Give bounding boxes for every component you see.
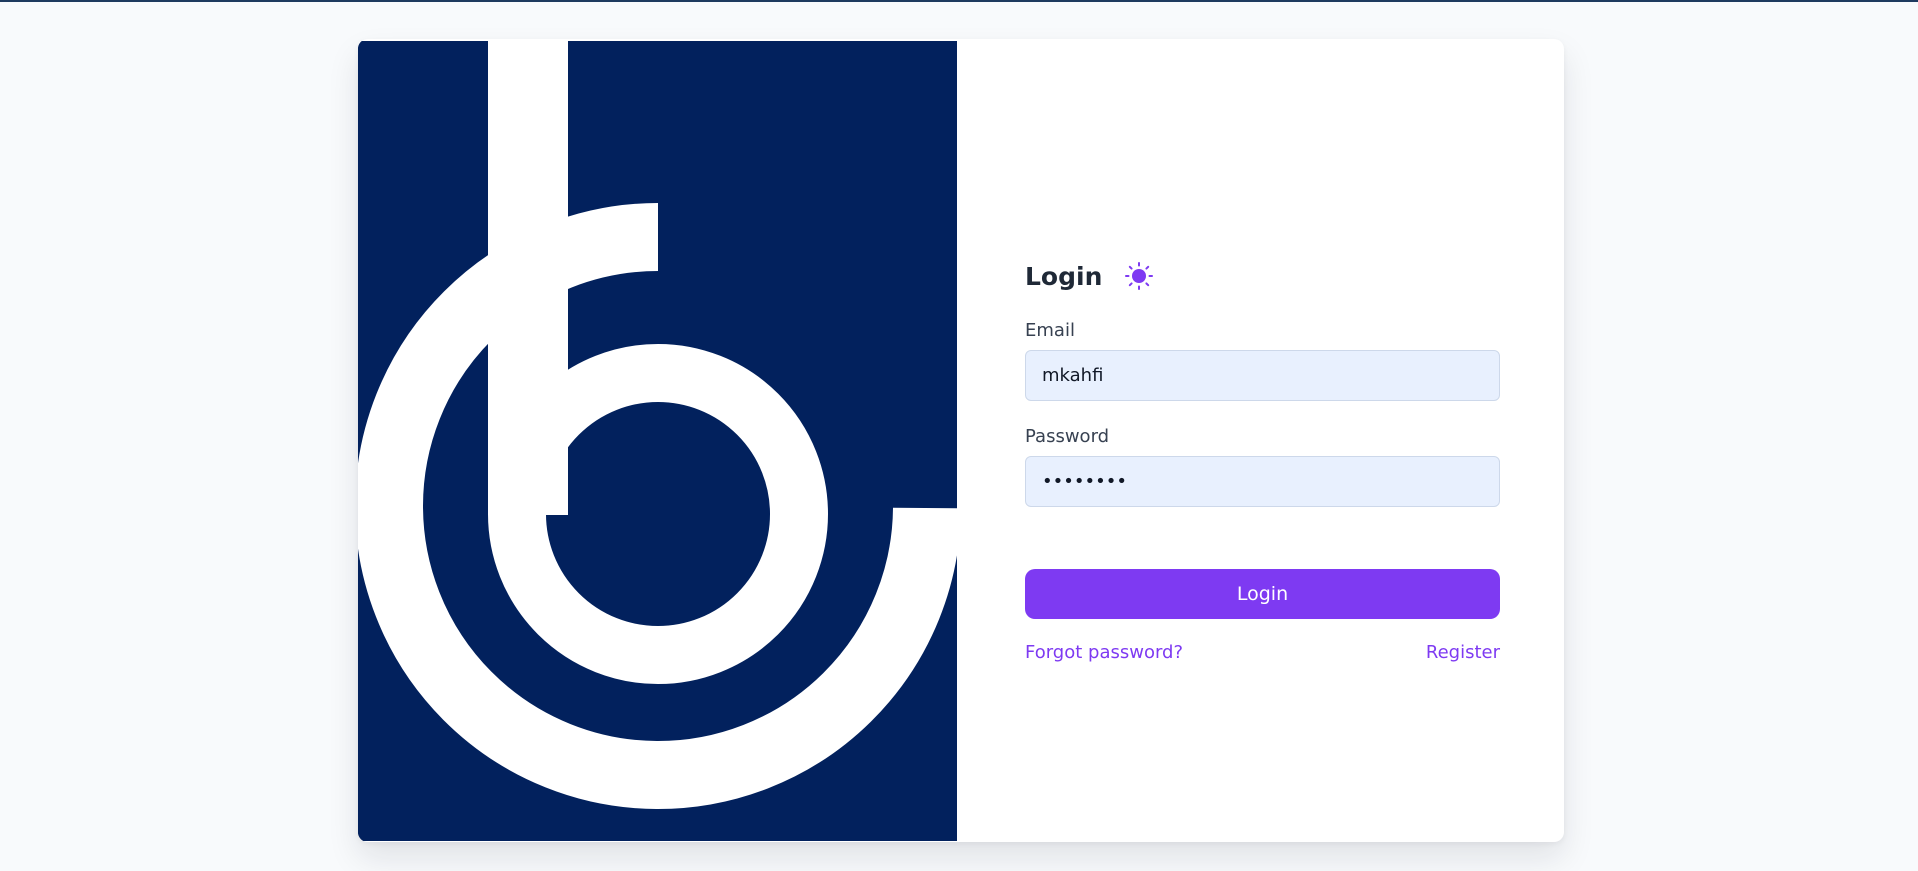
sun-icon <box>1125 262 1154 290</box>
password-input[interactable] <box>1026 457 1499 506</box>
login-title: Login <box>1025 261 1103 291</box>
email-label: Email <box>1025 320 1075 341</box>
brand-logo <box>358 41 957 841</box>
email-field[interactable] <box>1025 350 1500 401</box>
password-field[interactable] <box>1025 456 1500 507</box>
register-link[interactable]: Register <box>1426 642 1500 663</box>
login-button[interactable]: Login <box>1025 569 1500 619</box>
password-label: Password <box>1025 426 1110 447</box>
forgot-password-link[interactable]: Forgot password? <box>1025 642 1183 663</box>
theme-toggle-button[interactable] <box>1122 259 1156 293</box>
login-form: Login Email mkahfi Password •••••••• Log… <box>1025 39 1500 842</box>
brand-logo-panel <box>358 41 957 841</box>
login-card: Login Email mkahfi Password •••••••• Log… <box>358 39 1564 842</box>
email-input[interactable] <box>1026 351 1499 400</box>
title-row: Login <box>1025 256 1156 296</box>
top-border <box>0 0 1918 2</box>
